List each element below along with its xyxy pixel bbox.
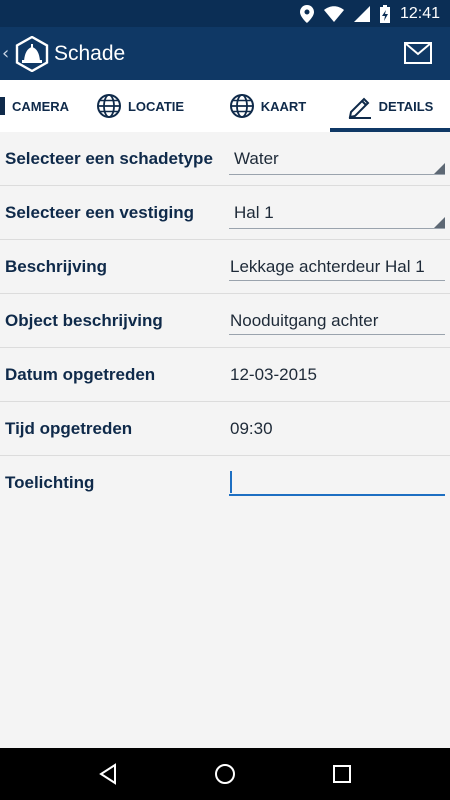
recents-icon[interactable] [331,763,353,785]
tab-details-label: DETAILS [378,98,434,114]
tab-kaart[interactable]: KAART [205,80,330,132]
tab-camera[interactable]: CAMERA [0,80,75,132]
page-title: Schade [54,41,126,65]
dropdown-arrow-icon[interactable] [434,163,445,174]
details-form: Selecteer een schadetype Water Selecteer… [0,132,450,748]
schadetype-label: Selecteer een schadetype [5,149,213,168]
object-input[interactable]: Nooduitgang achter [230,311,378,331]
beschrijving-input[interactable]: Lekkage achterdeur Hal 1 [230,257,425,277]
tab-details[interactable]: DETAILS [330,80,450,132]
beschrijving-underline [229,280,445,281]
tab-bar: CAMERA LOCATIE KAART DETAILS [0,80,450,132]
wifi-icon [323,5,344,22]
tijd-field[interactable]: 09:30 [230,419,273,439]
battery-charging-icon [379,4,390,23]
tab-locatie-label: LOCATIE [127,98,185,114]
vestiging-select[interactable]: Hal 1 [234,203,274,223]
back-icon[interactable] [97,763,119,785]
form-row-vestiging: Selecteer een vestiging Hal 1 [0,186,450,240]
camera-icon [0,97,5,115]
schadetype-select[interactable]: Water [234,149,279,169]
form-row-schadetype: Selecteer een schadetype Water [0,132,450,186]
mail-icon[interactable] [404,42,432,64]
form-row-tijd: Tijd opgetreden 09:30 [0,402,450,456]
tijd-label: Tijd opgetreden [5,419,133,438]
signal-icon [353,5,370,22]
globe-icon [229,94,254,118]
form-row-beschrijving: Beschrijving Lekkage achterdeur Hal 1 [0,240,450,294]
globe-icon [96,94,121,118]
form-row-datum: Datum opgetreden 12-03-2015 [0,348,450,402]
form-row-toelichting: Toelichting [0,456,450,510]
datum-field[interactable]: 12-03-2015 [230,365,317,385]
text-cursor [230,471,232,493]
object-underline [229,334,445,335]
toelichting-label: Toelichting [5,473,95,492]
object-label: Object beschrijving [5,311,163,330]
home-icon[interactable] [214,763,236,785]
vestiging-label: Selecteer een vestiging [5,203,194,222]
system-nav-bar [0,748,450,800]
dropdown-arrow-icon[interactable] [434,217,445,228]
status-bar: 12:41 [0,0,450,27]
form-row-object: Object beschrijving Nooduitgang achter [0,294,450,348]
toelichting-underline [229,494,445,496]
beschrijving-label: Beschrijving [5,257,108,276]
app-bar: ‹ Schade [0,27,450,80]
location-icon [299,4,314,23]
tab-camera-label: CAMERA [12,98,70,114]
tab-locatie[interactable]: LOCATIE [75,80,205,132]
app-logo-icon[interactable] [14,35,50,72]
vestiging-underline [229,228,445,229]
status-time: 12:41 [399,4,440,22]
pencil-icon [348,97,371,119]
schadetype-underline [229,174,445,175]
tab-kaart-label: KAART [260,98,307,114]
datum-label: Datum opgetreden [5,365,156,384]
chevron-left-icon[interactable]: ‹ [2,43,14,64]
